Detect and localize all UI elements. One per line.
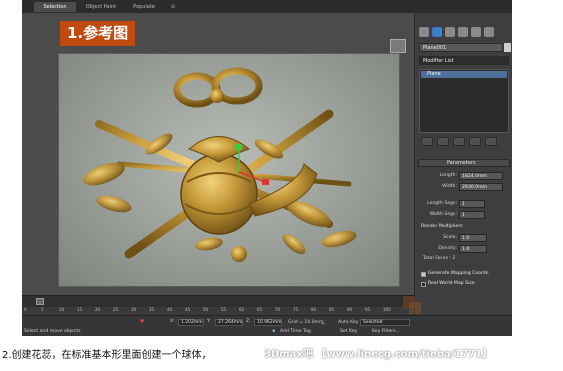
frame-tick: 85 [329,307,335,312]
motion-panel-icon[interactable] [458,27,468,37]
object-name-field[interactable]: Plane001 [419,43,503,52]
x-label: X: [170,319,175,324]
y-label: Y: [207,319,211,324]
frame-tick: 25 [113,307,119,312]
real-world-map-size-checkbox[interactable] [421,282,426,287]
render-multipliers-label: Render Multipliers [421,224,463,229]
frame-tick: 30 [131,307,137,312]
ribbon-options-icon[interactable]: ⊙ [168,2,178,12]
show-end-result-button[interactable] [437,137,449,146]
frame-tick: 10 [59,307,65,312]
reference-photo-plane [58,53,400,287]
frame-tick: 60 [239,307,245,312]
hierarchy-panel-icon[interactable] [445,27,455,37]
configure-sets-button[interactable] [485,137,497,146]
total-faces-readout: Total Faces : 2 [423,256,456,261]
reference-step-label: 1.参考图 [60,21,136,46]
stack-item-plane[interactable]: Plane [421,71,507,78]
make-unique-button[interactable] [453,137,465,146]
tab-selection[interactable]: Selection [34,2,76,12]
set-key-button[interactable]: Set Key [340,329,357,334]
track-bar[interactable]: 0 5 10 15 20 25 30 35 40 45 50 55 60 65 … [22,307,414,315]
key-icon[interactable]: ⊸ [321,322,325,327]
length-label: Length: [439,173,457,178]
frame-tick: 80 [311,307,317,312]
ribbon-tab-strip: Selection Object Paint Populate ⊙ [22,0,512,13]
x-coordinate-field[interactable]: 1.202mm [178,319,204,326]
scale-label: Scale: [443,235,457,240]
time-tag-icon[interactable]: ◆ [272,329,276,334]
max-application-window: Selection Object Paint Populate ⊙ 1.参考图 … [22,0,512,336]
frame-tick: 65 [257,307,263,312]
frame-tick: 40 [167,307,173,312]
watermark-logo-icon [401,292,441,318]
create-panel-icon[interactable] [419,27,429,37]
real-world-map-size-label: Real-World Map Size [428,281,475,286]
frame-tick: 20 [95,307,101,312]
width-label: Width: [442,184,457,189]
tab-object-paint[interactable]: Object Paint [82,2,120,12]
parameters-title: Parameters [447,160,476,166]
modify-panel-icon[interactable] [432,27,442,37]
viewcube-icon[interactable] [390,39,406,53]
modifier-stack: Plane [419,69,509,133]
remove-modifier-button[interactable] [469,137,481,146]
site-watermark: 3Dmax吧 【www.linecg.com/tieba/1771】 [264,349,493,360]
tab-populate[interactable]: Populate [126,2,162,12]
width-segs-label: Width Segs: [429,212,457,217]
y-coordinate-field[interactable]: 27.264mm [215,319,243,326]
utilities-panel-icon[interactable] [484,27,494,37]
tutorial-caption: 2.创建花蕊，在标准基本形里面创建一个球体， [2,350,212,361]
frame-tick: 15 [77,307,83,312]
length-segs-label: Length Segs: [427,201,457,206]
generate-mapping-label: Generate Mapping Coords. [428,271,490,276]
z-coordinate-field[interactable]: 10.962mm [254,319,282,326]
key-filters-button[interactable]: Key Filters... [372,329,400,334]
frame-tick: 70 [275,307,281,312]
pin-stack-button[interactable] [421,137,433,146]
time-slider-handle[interactable] [36,298,44,305]
z-label: Z: [246,319,251,324]
frame-tick: 90 [347,307,353,312]
parameters-rollout-header[interactable]: Parameters [418,159,510,167]
display-panel-icon[interactable] [471,27,481,37]
key-mode-dropdown[interactable]: Selected [360,319,410,326]
object-color-swatch[interactable] [504,43,511,52]
grid-readout: Grid = 10.0mm [288,320,324,325]
prompt-line: Select and move objects [24,329,81,334]
frame-tick: 55 [221,307,227,312]
gilded-trophy-ornament-image [83,67,357,262]
density-spinner[interactable]: 1.0 [459,245,487,253]
auto-key-button[interactable]: Auto Key [338,320,358,325]
density-label: Density: [438,246,457,251]
frame-tick: 35 [149,307,155,312]
frame-tick: 5 [41,307,44,312]
frame-tick: 50 [203,307,209,312]
frame-tick: 45 [185,307,191,312]
length-spinner[interactable]: 1824.0mm [459,172,503,180]
scale-spinner[interactable]: 1.0 [459,234,487,242]
modifier-list-dropdown[interactable]: Modifier List [419,56,509,65]
frame-tick: 75 [293,307,299,312]
perspective-viewport[interactable]: 1.参考图 [22,13,414,295]
generate-mapping-checkbox[interactable] [421,272,426,277]
command-panel: Plane001 Modifier List Plane Parameters … [414,13,512,336]
frame-tick: 100 [383,307,391,312]
frame-tick: 95 [365,307,371,312]
status-bar: Select and move objects ● X: 1.202mm Y: … [22,315,512,336]
width-spinner[interactable]: 2930.0mm [459,183,503,191]
lock-selection-icon[interactable]: ● [140,319,144,324]
add-time-tag-button[interactable]: Add Time Tag [280,329,311,334]
frame-tick: 0 [24,307,27,312]
width-segs-spinner[interactable]: 1 [459,211,485,219]
length-segs-spinner[interactable]: 1 [459,200,485,208]
